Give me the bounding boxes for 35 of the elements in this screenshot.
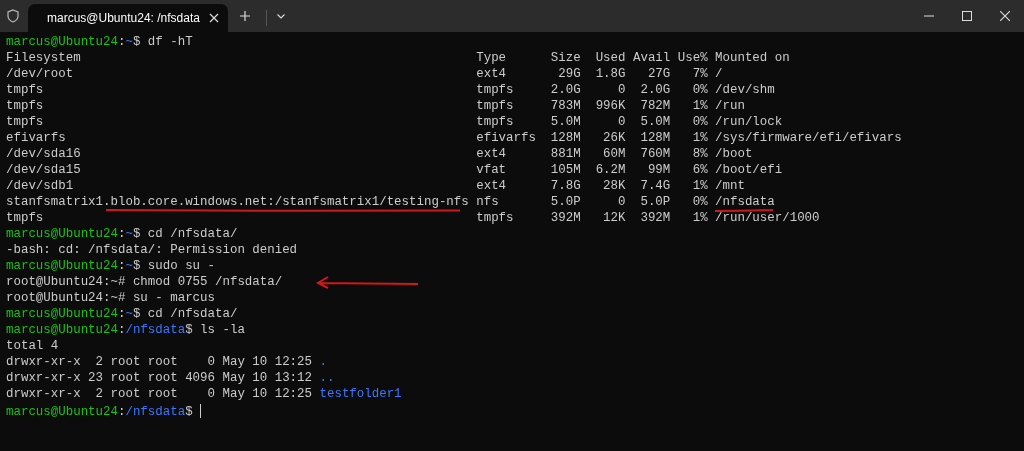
terminal-line: tmpfs tmpfs 783M 996K 782M 1% /run: [6, 100, 745, 113]
tab-title: marcus@Ubuntu24: /nfsdata: [47, 11, 200, 25]
terminal-line: tmpfs tmpfs 392M 12K 392M 1% /run/user/1000: [6, 212, 820, 225]
terminal-line: root@Ubuntu24:~# chmod 0755 /nfsdata/: [6, 276, 283, 289]
terminal-line: drwxr-xr-x 2 root root 0 May 10 12:25 testfolder1: [6, 388, 402, 401]
chevron-down-icon: [277, 13, 285, 19]
terminal-line: marcus@Ubuntu24:~$ df -hT: [6, 36, 193, 49]
close-icon: [208, 13, 219, 23]
terminal-line: root@Ubuntu24:~# su - marcus: [6, 292, 215, 305]
terminal-line: efivarfs efivarfs 128M 26K 128M 1% /sys/firmware/efi/efivars: [6, 132, 902, 145]
terminal-line: total 4: [6, 340, 59, 353]
terminal-line: drwxr-xr-x 2 root root 0 May 10 12:25 .: [6, 356, 327, 369]
terminal-line: /dev/sda16 ext4 881M 60M 760M 8% /boot: [6, 148, 753, 161]
terminal-tab[interactable]: marcus@Ubuntu24: /nfsdata: [28, 4, 228, 32]
close-icon: [1000, 11, 1010, 21]
terminal-line: drwxr-xr-x 23 root root 4096 May 10 13:12 ..: [6, 372, 335, 385]
underline-mark: [714, 209, 774, 212]
terminal-line: tmpfs tmpfs 5.0M 0 5.0M 0% /run/lock: [6, 116, 783, 129]
terminal-line: Filesystem Type Size Used Avail Use% Mounted on: [6, 52, 790, 65]
maximize-icon: [962, 11, 972, 21]
plus-icon: [240, 11, 250, 21]
terminal-line: marcus@Ubuntu24:/nfsdata$ ls -la: [6, 324, 245, 337]
terminal-line: /dev/root ext4 29G 1.8G 27G 7% /: [6, 68, 723, 81]
minimize-icon: [924, 15, 934, 17]
terminal-line: /dev/sda15 vfat 105M 6.2M 99M 6% /boot/efi: [6, 164, 783, 177]
terminal-line: stanfsmatrix1.blob.core.windows.net:/stanfsmatrix1/testing-nfs nfs 5.0P 0 5.0P 0% /nfsdata: [6, 196, 775, 209]
shield-icon: [7, 9, 19, 23]
terminal-line: marcus@Ubuntu24:~$ sudo su -: [6, 260, 215, 273]
prompt-line: marcus@Ubuntu24:/nfsdata$: [6, 404, 202, 417]
terminal-line: marcus@Ubuntu24:~$ cd /nfsdata/: [6, 308, 238, 321]
terminal-line: marcus@Ubuntu24:~$ cd /nfsdata/: [6, 228, 238, 241]
close-tab-button[interactable]: [208, 13, 219, 23]
terminal-line: /dev/sdb1 ext4 7.8G 28K 7.4G 1% /mnt: [6, 180, 745, 193]
terminal-line: tmpfs tmpfs 2.0G 0 2.0G 0% /dev/shm: [6, 84, 775, 97]
terminal-line: -bash: cd: /nfsdata/: Permission denied: [6, 244, 298, 257]
